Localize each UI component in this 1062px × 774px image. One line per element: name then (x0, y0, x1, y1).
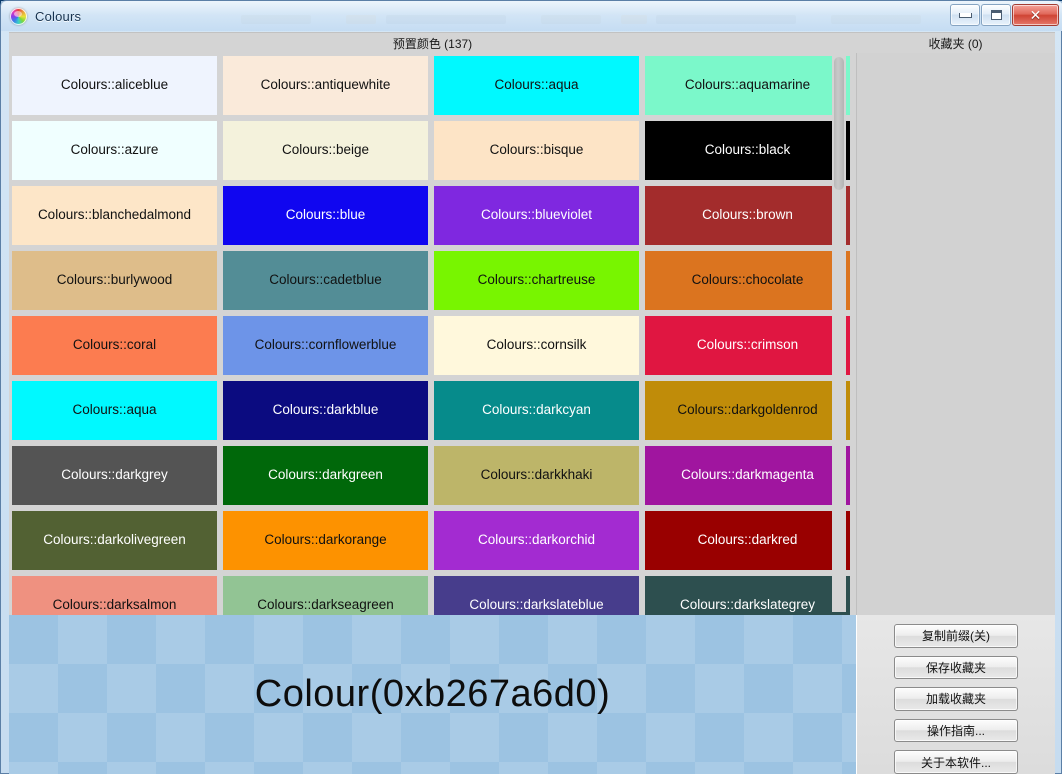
colour-swatch[interactable]: Colours::darkgoldenrod (645, 381, 850, 440)
colour-swatch[interactable]: Colours::darkgrey (12, 446, 217, 505)
colour-swatch[interactable]: Colours::darkgreen (223, 446, 428, 505)
colour-swatch[interactable]: Colours::cornsilk (434, 316, 639, 375)
colour-swatch[interactable]: Colours::chocolate (645, 251, 850, 310)
colours-app-window: Colours ✕ 预置颜色 (137) 收藏夹 (0) Colours::al… (0, 0, 1062, 774)
colour-swatch[interactable]: Colours::coral (12, 316, 217, 375)
panel-headers: 预置颜色 (137) 收藏夹 (0) (9, 32, 1055, 54)
colour-swatch[interactable]: Colours::burlywood (12, 251, 217, 310)
window-controls: ✕ (949, 4, 1059, 26)
colour-swatch[interactable]: Colours::aquamarine (645, 56, 850, 115)
presets-header-label: 预置颜色 (137) (9, 35, 856, 52)
colour-value-text: Colour(0xb267a6d0) (255, 673, 610, 716)
load-favourites-button[interactable]: 加载收藏夹 (894, 687, 1018, 711)
favourites-header-label: 收藏夹 (0) (856, 35, 1055, 52)
colour-swatch[interactable]: Colours::aliceblue (12, 56, 217, 115)
maximize-button[interactable] (981, 4, 1011, 26)
colour-swatch[interactable]: Colours::crimson (645, 316, 850, 375)
colour-swatch[interactable]: Colours::brown (645, 186, 850, 245)
colour-swatch[interactable]: Colours::darkseagreen (223, 576, 428, 615)
close-button[interactable]: ✕ (1012, 4, 1059, 26)
close-icon: ✕ (1030, 8, 1042, 22)
colour-swatch[interactable]: Colours::aqua (12, 381, 217, 440)
colour-swatch[interactable]: Colours::aqua (434, 56, 639, 115)
presets-panel: Colours::aliceblueColours::antiquewhiteC… (9, 53, 856, 615)
colour-swatch[interactable]: Colours::blueviolet (434, 186, 639, 245)
guide-button[interactable]: 操作指南... (894, 719, 1018, 743)
colour-swatch[interactable]: Colours::azure (12, 121, 217, 180)
scrollbar-thumb[interactable] (834, 57, 844, 190)
colour-swatch[interactable]: Colours::cornflowerblue (223, 316, 428, 375)
colour-swatch[interactable]: Colours::darkorchid (434, 511, 639, 570)
colour-swatch[interactable]: Colours::darkblue (223, 381, 428, 440)
colour-swatch[interactable]: Colours::darkslategrey (645, 576, 850, 615)
minimize-button[interactable] (950, 4, 980, 26)
colour-swatch[interactable]: Colours::darkkhaki (434, 446, 639, 505)
window-title: Colours (35, 9, 81, 24)
colour-swatch[interactable]: Colours::beige (223, 121, 428, 180)
colour-swatch[interactable]: Colours::black (645, 121, 850, 180)
colour-swatch[interactable]: Colours::darkorange (223, 511, 428, 570)
colour-swatch[interactable]: Colours::darkcyan (434, 381, 639, 440)
colour-swatch[interactable]: Colours::darkslateblue (434, 576, 639, 615)
colour-swatch[interactable]: Colours::chartreuse (434, 251, 639, 310)
copy-prefix-button[interactable]: 复制前缀(关) (894, 624, 1018, 648)
colour-swatch[interactable]: Colours::blanchedalmond (12, 186, 217, 245)
restore-icon (991, 10, 1002, 20)
colour-swatch[interactable]: Colours::darkred (645, 511, 850, 570)
favourites-panel[interactable] (856, 53, 1055, 615)
colour-preview[interactable]: Colour(0xb267a6d0) (9, 615, 856, 774)
colour-swatch[interactable]: Colours::darkolivegreen (12, 511, 217, 570)
colour-swatch-grid: Colours::aliceblueColours::antiquewhiteC… (12, 56, 838, 615)
color-wheel-icon (10, 8, 27, 25)
colour-swatch[interactable]: Colours::bisque (434, 121, 639, 180)
colour-swatch[interactable]: Colours::antiquewhite (223, 56, 428, 115)
minimize-icon (959, 13, 972, 18)
colour-swatch[interactable]: Colours::darksalmon (12, 576, 217, 615)
presets-scrollbar[interactable] (832, 56, 846, 612)
main-area: Colours::aliceblueColours::antiquewhiteC… (9, 53, 1055, 615)
bottom-area: Colour(0xb267a6d0) 复制前缀(关) 保存收藏夹加载收藏夹操作指南… (9, 615, 1055, 774)
colour-swatch[interactable]: Colours::blue (223, 186, 428, 245)
colour-swatch[interactable]: Colours::cadetblue (223, 251, 428, 310)
action-button-panel: 复制前缀(关) 保存收藏夹加载收藏夹操作指南... 关于本软件... (856, 615, 1055, 774)
colour-swatch[interactable]: Colours::darkmagenta (645, 446, 850, 505)
about-button[interactable]: 关于本软件... (894, 750, 1018, 774)
title-bar[interactable]: Colours ✕ (1, 1, 1062, 31)
save-favourites-button[interactable]: 保存收藏夹 (894, 656, 1018, 680)
